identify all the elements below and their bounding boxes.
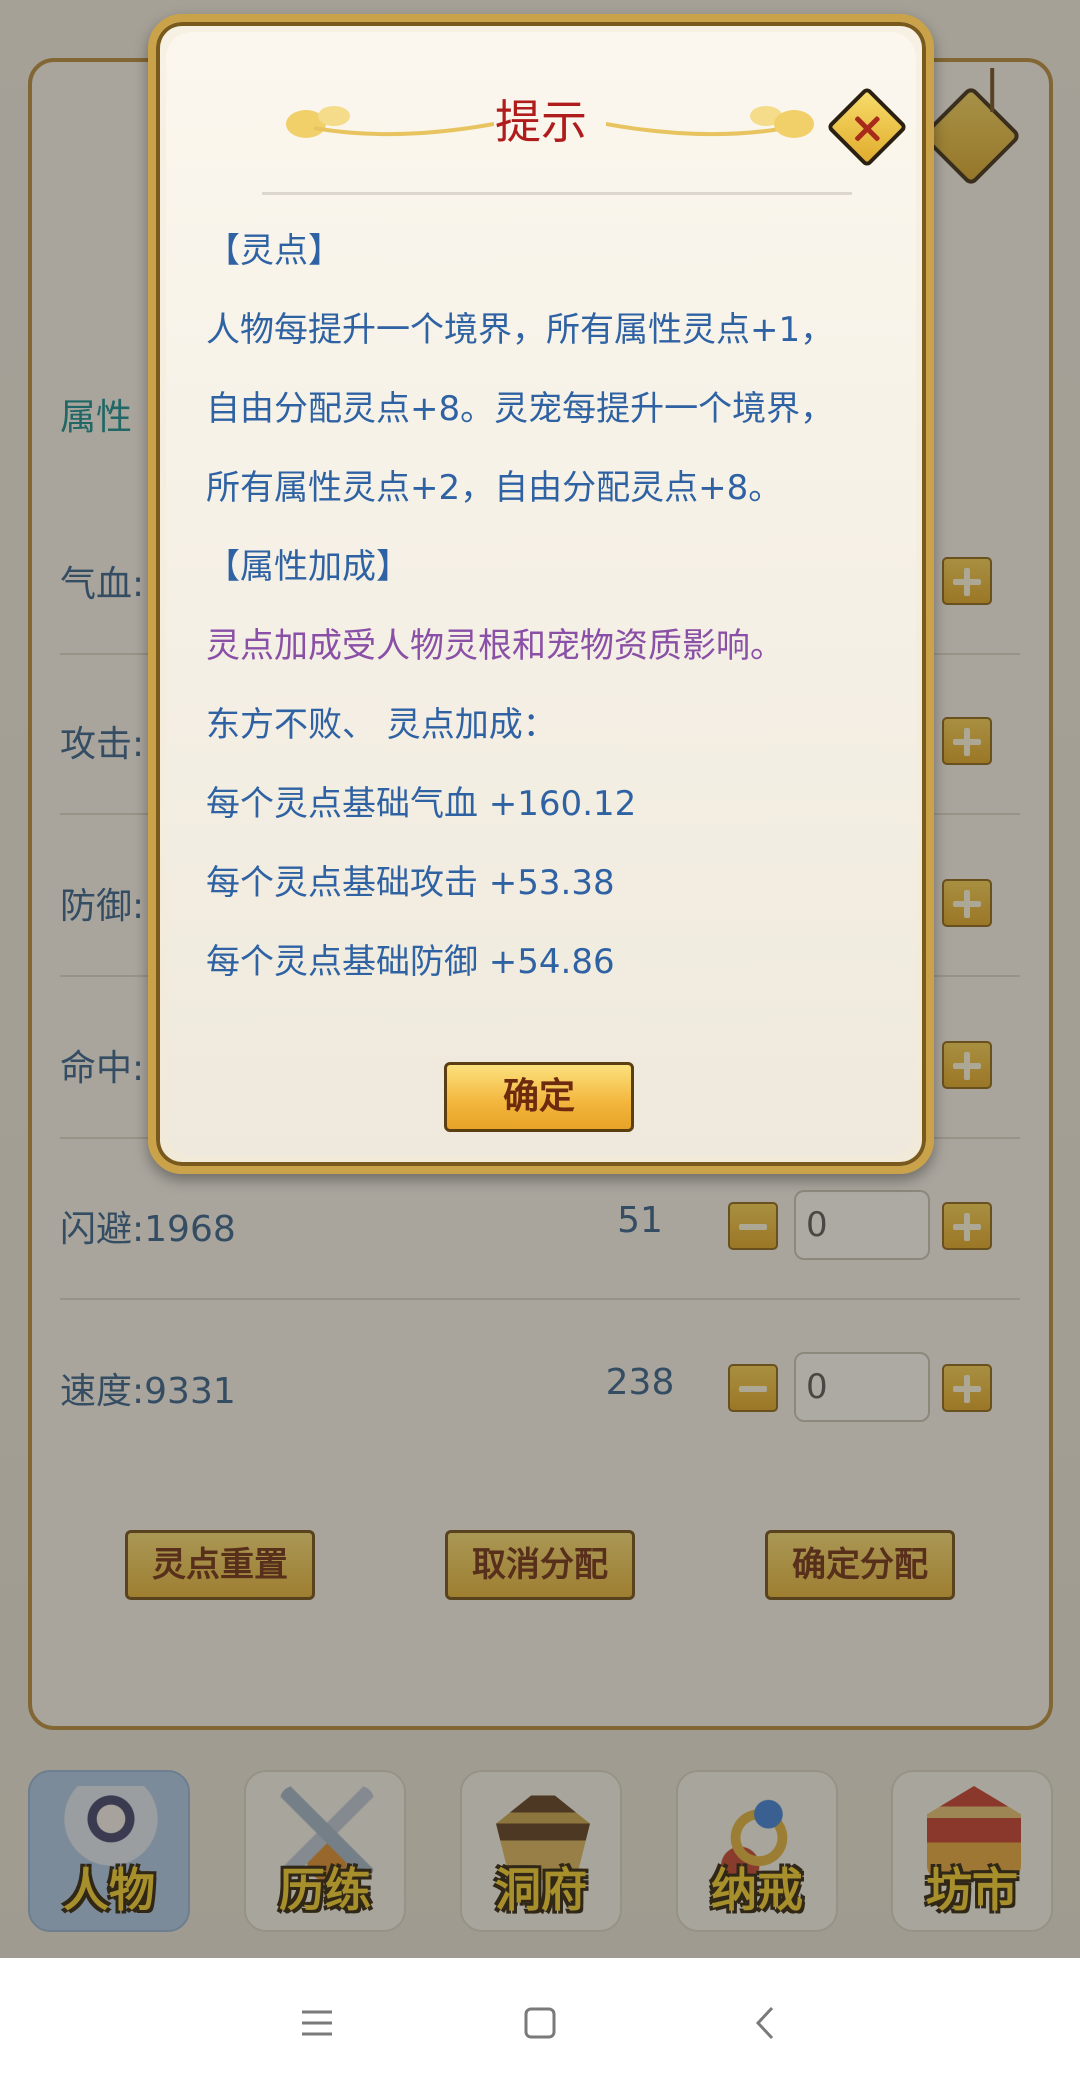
- dialog-line: 每个灵点基础攻击 +53.38: [206, 863, 615, 903]
- ornament-right-icon: [606, 106, 814, 138]
- game-screen: 属性 气血: 攻击: 防御: 命中: 闪避:1968 51 0 速度:9331 …: [0, 0, 1080, 1958]
- dialog-line: 每个灵点基础防御 +54.86: [206, 942, 615, 982]
- confirm-button[interactable]: 确定: [444, 1062, 634, 1132]
- dialog-line: 所有属性灵点+2，自由分配灵点+8。: [206, 468, 783, 508]
- dialog-line: 每个灵点基础气血 +160.12: [206, 784, 637, 824]
- back-icon[interactable]: [742, 1998, 792, 2048]
- system-nav-bar: [0, 1958, 1080, 2089]
- dialog-line: 【属性加成】: [206, 547, 410, 587]
- dialog-inner: 提示 【灵点】 人物每提升一个境界，所有属性灵点+1， 自由分配灵点+8。灵宠每…: [166, 32, 916, 1156]
- menu-icon[interactable]: [292, 1998, 342, 2048]
- dialog-body[interactable]: 【灵点】 人物每提升一个境界，所有属性灵点+1， 自由分配灵点+8。灵宠每提升一…: [206, 212, 886, 1012]
- divider: [262, 192, 852, 195]
- dialog-line: 人物每提升一个境界，所有属性灵点+1，: [206, 310, 835, 350]
- home-icon[interactable]: [515, 1998, 565, 2048]
- dialog-line: 东方不败、 灵点加成：: [206, 705, 557, 745]
- dialog-line: 自由分配灵点+8。灵宠每提升一个境界，: [206, 389, 835, 429]
- dialog-line: 灵点加成受人物灵根和宠物资质影响。: [206, 626, 784, 666]
- hint-dialog: 提示 【灵点】 人物每提升一个境界，所有属性灵点+1， 自由分配灵点+8。灵宠每…: [148, 14, 934, 1174]
- dialog-line: 【灵点】: [206, 231, 342, 271]
